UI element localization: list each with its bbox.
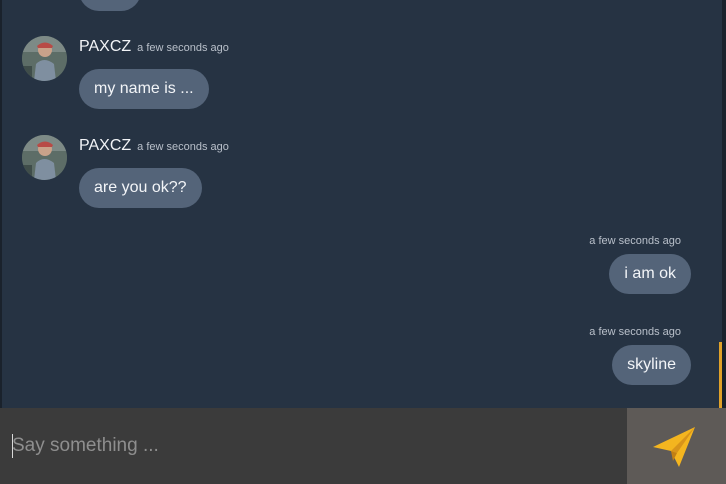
message-list[interactable]: PAXCZ a few seconds ago my name is ... PA… [0,0,718,408]
message-bubble-partial [79,0,141,11]
message-outgoing: a few seconds ago i am ok [589,235,691,294]
avatar[interactable] [22,135,67,180]
message-incoming: PAXCZ a few seconds ago are you ok?? [22,135,322,210]
avatar[interactable] [22,36,67,81]
message-outgoing: a few seconds ago skyline [589,326,691,385]
message-time: a few seconds ago [137,141,229,153]
message-time: a few seconds ago [137,42,229,54]
message-bubble: i am ok [609,254,691,294]
message-incoming: PAXCZ a few seconds ago my name is ... [22,36,322,111]
message-time: a few seconds ago [589,326,681,338]
message-time: a few seconds ago [589,235,681,247]
author-name: PAXCZ [79,137,132,154]
message-composer [0,408,726,484]
message-bubble: skyline [612,345,691,385]
scrollbar-thumb[interactable] [719,342,722,408]
message-bubble: are you ok?? [79,168,202,208]
text-caret [12,434,13,458]
message-bubble: my name is ... [79,69,209,109]
message-meta: PAXCZ a few seconds ago [79,38,229,56]
send-button[interactable] [627,408,726,484]
message-input[interactable] [2,408,622,484]
scrollbar-track[interactable] [722,0,726,408]
divider [0,0,2,408]
chat-window: PAXCZ a few seconds ago my name is ... PA… [0,0,726,484]
author-name: PAXCZ [79,38,132,55]
message-meta: PAXCZ a few seconds ago [79,137,229,155]
